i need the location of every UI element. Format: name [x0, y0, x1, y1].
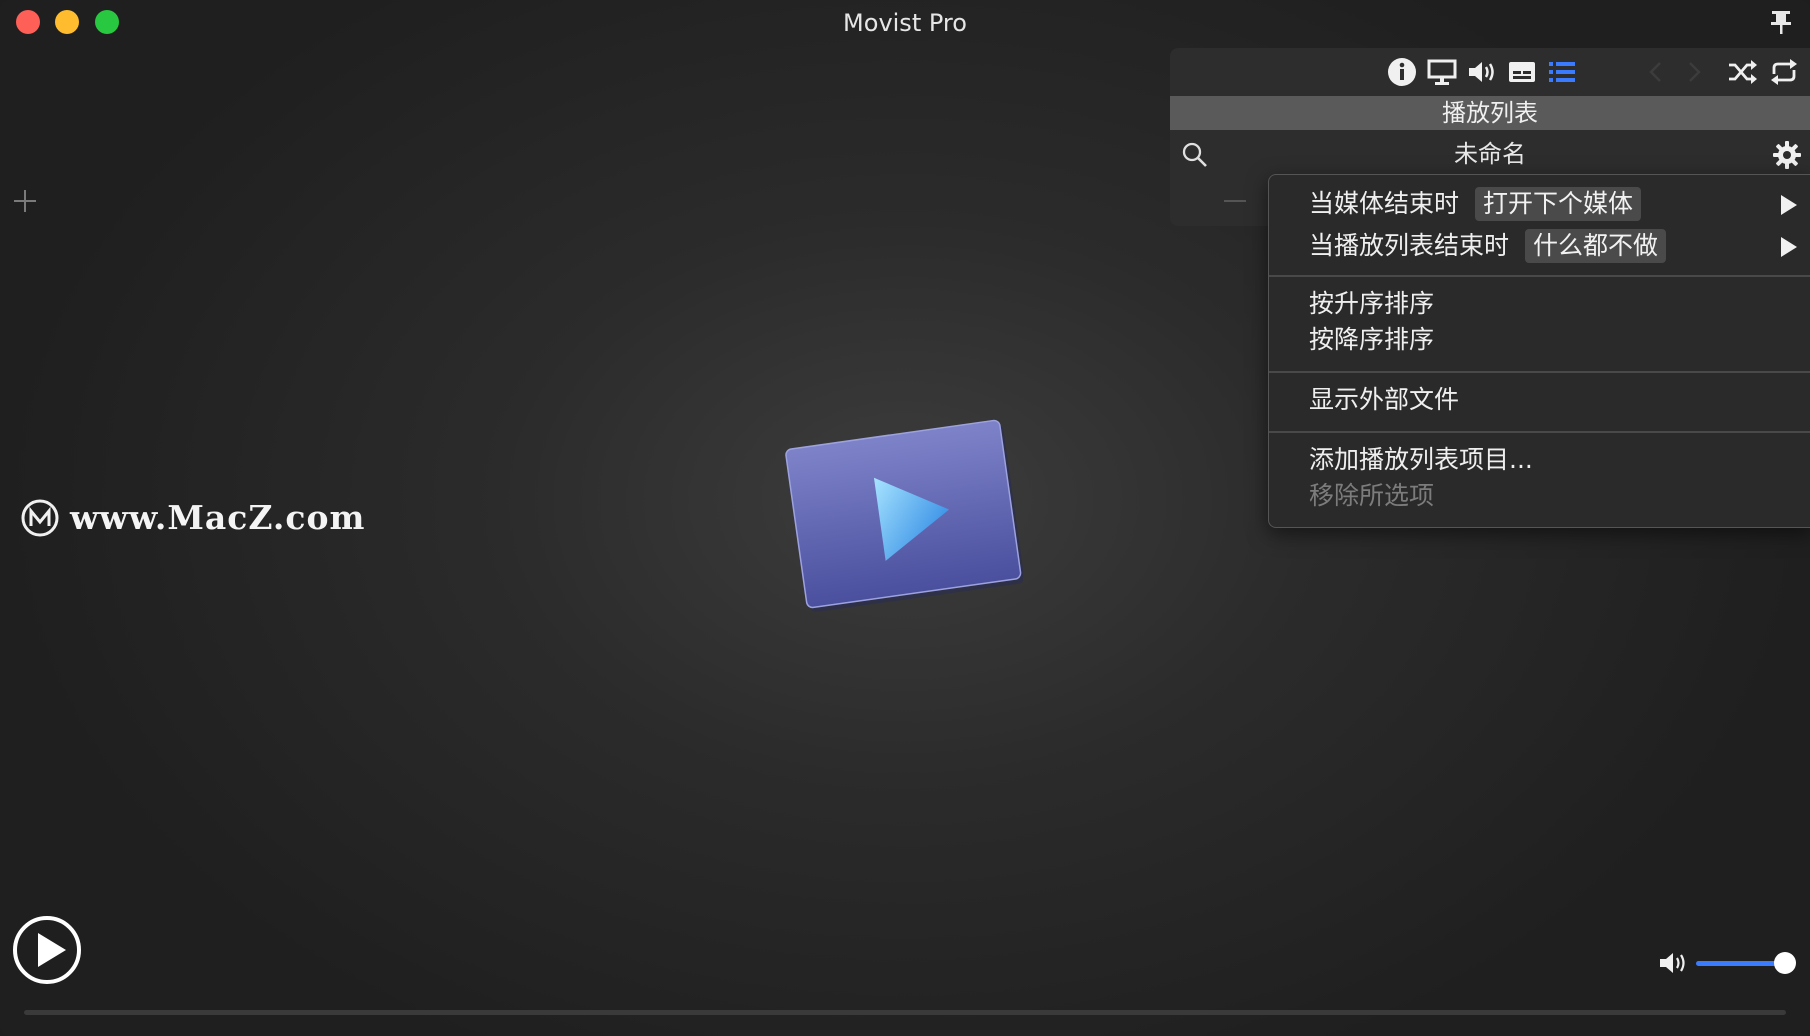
menu-separator: [1269, 371, 1810, 373]
playlist-header: 播放列表: [1170, 96, 1810, 130]
back-arrow-icon[interactable]: [1640, 56, 1672, 88]
window-title: Movist Pro: [843, 9, 967, 37]
submenu-arrow-icon: [1781, 237, 1797, 257]
panel-toolbar: [1170, 48, 1810, 96]
volume-slider-knob[interactable]: [1774, 952, 1796, 974]
player-window: Movist Pro 播放列表 未命名 当媒体结束时 打开下个媒体 当播放列表结…: [0, 0, 1810, 1036]
movist-logo-icon: [785, 419, 1023, 612]
repeat-icon[interactable]: [1768, 56, 1800, 88]
menu-item-label: 当播放列表结束时: [1309, 231, 1510, 260]
menu-item-on-playlist-end[interactable]: 当播放列表结束时 什么都不做: [1309, 229, 1667, 263]
watermark-text: www.MacZ.com: [70, 498, 366, 537]
submenu-arrow-icon: [1781, 195, 1797, 215]
menu-item-remove-selected: 移除所选项: [1309, 481, 1435, 510]
menu-item-add-playlist-items[interactable]: 添加播放列表项目...: [1309, 443, 1533, 477]
add-icon[interactable]: [10, 186, 40, 216]
pin-icon[interactable]: [1768, 8, 1794, 36]
forward-arrow-icon[interactable]: [1678, 56, 1710, 88]
seek-bar[interactable]: [24, 1010, 1786, 1015]
remove-icon[interactable]: [1220, 186, 1250, 216]
menu-item-sort-ascending[interactable]: 按升序排序: [1309, 287, 1434, 321]
audio-icon[interactable]: [1466, 56, 1498, 88]
menu-item-sort-descending[interactable]: 按降序排序: [1309, 323, 1434, 357]
info-icon[interactable]: [1386, 56, 1418, 88]
volume-icon[interactable]: [1658, 948, 1690, 978]
current-value-badge: 什么都不做: [1525, 229, 1667, 263]
playlist-icon[interactable]: [1546, 56, 1578, 88]
volume-slider[interactable]: [1696, 961, 1786, 966]
current-value-badge: 打开下个媒体: [1475, 187, 1642, 221]
menu-separator: [1269, 275, 1810, 277]
menu-item-label: 当媒体结束时: [1309, 189, 1460, 218]
gear-icon[interactable]: [1772, 140, 1802, 170]
play-button[interactable]: [12, 915, 82, 985]
playlist-options-menu: 当媒体结束时 打开下个媒体 当播放列表结束时 什么都不做 按升序排序 按降序排序 显…: [1268, 174, 1810, 528]
menu-item-show-external-files[interactable]: 显示外部文件: [1309, 383, 1459, 417]
display-icon[interactable]: [1426, 56, 1458, 88]
playlist-name[interactable]: 未命名: [1170, 134, 1810, 174]
shuffle-icon[interactable]: [1726, 56, 1758, 88]
menu-separator: [1269, 431, 1810, 433]
macz-logo-icon: [21, 499, 59, 537]
menu-item-on-media-end[interactable]: 当媒体结束时 打开下个媒体: [1309, 187, 1642, 221]
subtitle-icon[interactable]: [1506, 56, 1538, 88]
